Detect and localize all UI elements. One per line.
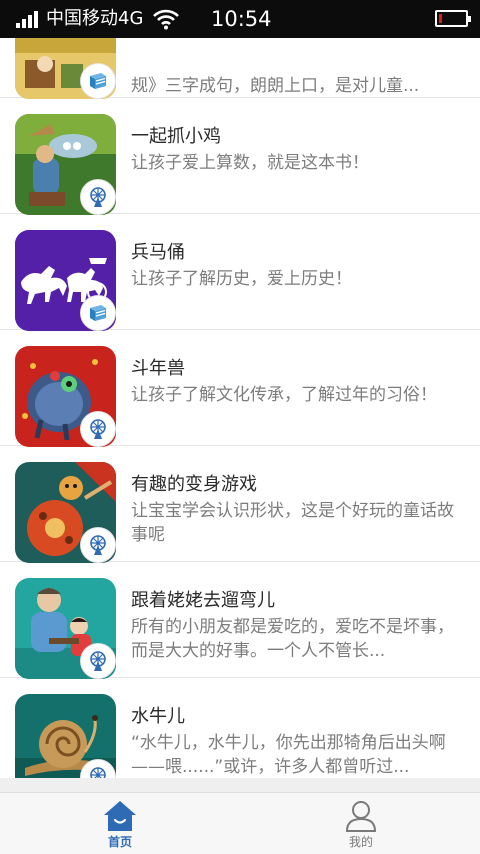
ferris-wheel-icon [90, 187, 106, 207]
ferris-wheel-icon [90, 535, 106, 555]
wifi-icon [153, 9, 179, 30]
ferris-wheel-icon [90, 767, 106, 778]
book-badge [80, 295, 116, 331]
book-description: 规》三字成句，朗朗上口，是对儿童... [131, 76, 420, 96]
list-item[interactable]: 斗年兽 让孩子了解文化传承，了解过年的习俗！ [0, 330, 480, 447]
tab-home[interactable]: 首页 [60, 793, 180, 854]
battery-icon [435, 10, 471, 27]
list-item[interactable]: 一起抓小鸡 让孩子爱上算数，就是这本书！ [0, 98, 480, 215]
clock: 10:54 [211, 7, 272, 31]
book-title: 跟着姥姥去遛弯儿 [131, 590, 275, 611]
user-icon [345, 801, 377, 832]
book-description: 让孩子爱上算数，就是这本书！ [131, 153, 369, 173]
book-description: 让孩子了解历史，爱上历史！ [131, 269, 352, 289]
book-list-viewport[interactable]: 规》三字成句，朗朗上口，是对儿童... 一起抓小鸡 让孩子爱上算数，就是这本书！… [0, 38, 480, 778]
carrier-label: 中国移动4G [46, 8, 144, 29]
book-title: 水牛儿 [131, 706, 185, 727]
book-description: 所有的小朋友都是爱吃的，爱吃不是坏事，而是大大的好事。一个人不管长... [131, 617, 454, 661]
ferris-badge [80, 411, 116, 447]
book-description: 让孩子了解文化传承，了解过年的习俗！ [131, 385, 437, 405]
ferris-badge [80, 179, 116, 215]
book-list: 规》三字成句，朗朗上口，是对儿童... 一起抓小鸡 让孩子爱上算数，就是这本书！… [0, 38, 480, 778]
tab-mine[interactable]: 我的 [301, 793, 421, 854]
list-footer-gap [0, 778, 480, 792]
book-title: 兵马俑 [131, 242, 185, 263]
ferris-badge [80, 527, 116, 563]
book-title: 斗年兽 [131, 358, 185, 379]
list-item[interactable]: 规》三字成句，朗朗上口，是对儿童... [0, 38, 480, 99]
tab-home-label: 首页 [107, 835, 132, 849]
book-cover [15, 462, 116, 563]
list-item[interactable]: 跟着姥姥去遛弯儿 所有的小朋友都是爱吃的，爱吃不是坏事，而是大大的好事。一个人不… [0, 562, 480, 679]
home-icon [104, 801, 136, 831]
book-cover [15, 346, 116, 447]
book-cover [15, 38, 116, 99]
signal-icon [16, 11, 40, 28]
tab-mine-label: 我的 [348, 835, 373, 849]
book-title: 一起抓小鸡 [131, 126, 221, 147]
bottom-tab-bar: 首页 我的 [0, 792, 480, 854]
ferris-wheel-icon [90, 419, 106, 439]
book-title: 有趣的变身游戏 [131, 474, 257, 495]
book-icon [90, 305, 106, 321]
list-item[interactable]: 有趣的变身游戏 让宝宝学会认识形状，这是个好玩的童话故事呢 [0, 446, 480, 563]
book-cover [15, 114, 116, 215]
book-badge [80, 63, 116, 99]
book-cover [15, 694, 116, 778]
book-icon [90, 73, 106, 89]
status-bar: 中国移动4G 10:54 [0, 0, 480, 38]
book-cover [15, 230, 116, 331]
book-description: “水牛儿，水牛儿，你先出那犄角后出头啊——喂......”或许，许多人都曾听过.… [131, 733, 446, 777]
ferris-wheel-icon [90, 651, 106, 671]
list-item[interactable]: 兵马俑 让孩子了解历史，爱上历史！ [0, 214, 480, 331]
battery-level [439, 14, 442, 23]
book-cover [15, 578, 116, 679]
list-item[interactable]: 水牛儿 “水牛儿，水牛儿，你先出那犄角后出头啊——喂......”或许，许多人都… [0, 678, 480, 778]
ferris-badge [80, 643, 116, 679]
book-description: 让宝宝学会认识形状，这是个好玩的童话故事呢 [131, 501, 454, 545]
